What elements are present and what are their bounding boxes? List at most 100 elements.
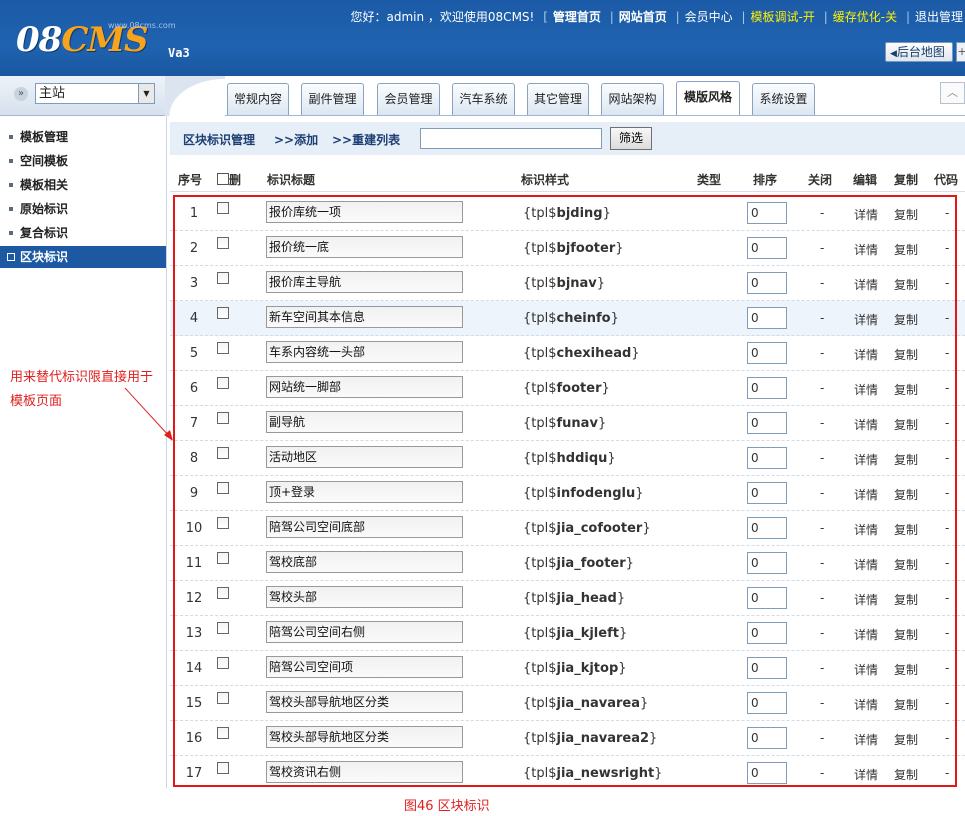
sidebar-item-template-related[interactable]: 模板相关 — [0, 174, 166, 196]
order-input[interactable]: 0 — [747, 587, 787, 609]
copy-link[interactable]: 复制 — [894, 731, 918, 748]
copy-link[interactable]: 复制 — [894, 696, 918, 713]
tag-title-input[interactable]: 陪驾公司空间项 — [266, 656, 463, 678]
detail-link[interactable]: 详情 — [854, 556, 878, 573]
copy-link[interactable]: 复制 — [894, 591, 918, 608]
tag-title-input[interactable]: 报价统一底 — [266, 236, 463, 258]
tab-regular-content[interactable]: 常规内容 — [227, 83, 289, 115]
detail-link[interactable]: 详情 — [854, 731, 878, 748]
order-input[interactable]: 0 — [747, 272, 787, 294]
row-checkbox[interactable] — [217, 622, 229, 634]
copy-link[interactable]: 复制 — [894, 661, 918, 678]
copy-link[interactable]: 复制 — [894, 276, 918, 293]
row-checkbox[interactable] — [217, 412, 229, 424]
copy-link[interactable]: 复制 — [894, 241, 918, 258]
row-checkbox[interactable] — [217, 447, 229, 459]
order-input[interactable]: 0 — [747, 727, 787, 749]
tag-title-input[interactable]: 网站统一脚部 — [266, 376, 463, 398]
tag-title-input[interactable]: 驾校资讯右侧 — [266, 761, 463, 783]
add-link[interactable]: >>添加 — [274, 131, 318, 148]
copy-link[interactable]: 复制 — [894, 381, 918, 398]
backend-map-button[interactable]: ◀后台地图 — [885, 42, 953, 62]
tab-site-structure[interactable]: 网站架构 — [601, 83, 664, 115]
tag-title-input[interactable]: 活动地区 — [266, 446, 463, 468]
row-checkbox[interactable] — [217, 657, 229, 669]
row-checkbox[interactable] — [217, 587, 229, 599]
filter-input[interactable] — [420, 128, 602, 149]
copy-link[interactable]: 复制 — [894, 311, 918, 328]
row-checkbox[interactable] — [217, 272, 229, 284]
sidebar-item-space-template[interactable]: 空间模板 — [0, 150, 166, 172]
order-input[interactable]: 0 — [747, 622, 787, 644]
tab-system-settings[interactable]: 系统设置 — [752, 83, 815, 115]
expand-plus-button[interactable]: + — [956, 42, 965, 62]
row-checkbox[interactable] — [217, 552, 229, 564]
order-input[interactable]: 0 — [747, 552, 787, 574]
order-input[interactable]: 0 — [747, 342, 787, 364]
row-checkbox[interactable] — [217, 727, 229, 739]
detail-link[interactable]: 详情 — [854, 311, 878, 328]
tab-other-management[interactable]: 其它管理 — [527, 83, 589, 115]
detail-link[interactable]: 详情 — [854, 346, 878, 363]
tag-title-input[interactable]: 新车空间其本信息 — [266, 306, 463, 328]
order-input[interactable]: 0 — [747, 237, 787, 259]
order-input[interactable]: 0 — [747, 447, 787, 469]
detail-link[interactable]: 详情 — [854, 521, 878, 538]
detail-link[interactable]: 详情 — [854, 591, 878, 608]
detail-link[interactable]: 详情 — [854, 766, 878, 783]
detail-link[interactable]: 详情 — [854, 276, 878, 293]
copy-link[interactable]: 复制 — [894, 206, 918, 223]
row-checkbox[interactable] — [217, 762, 229, 774]
row-checkbox[interactable] — [217, 342, 229, 354]
tag-title-input[interactable]: 驾校头部 — [266, 586, 463, 608]
tab-attachment-management[interactable]: 副件管理 — [301, 83, 364, 115]
double-chevron-icon[interactable]: » — [14, 87, 28, 101]
copy-link[interactable]: 复制 — [894, 766, 918, 783]
row-checkbox[interactable] — [217, 237, 229, 249]
tab-member-management[interactable]: 会员管理 — [377, 83, 440, 115]
sidebar-item-raw-tags[interactable]: 原始标识 — [0, 198, 166, 220]
copy-link[interactable]: 复制 — [894, 521, 918, 538]
select-all-checkbox[interactable] — [217, 173, 229, 185]
sidebar-item-compound-tags[interactable]: 复合标识 — [0, 222, 166, 244]
detail-link[interactable]: 详情 — [854, 696, 878, 713]
copy-link[interactable]: 复制 — [894, 346, 918, 363]
copy-link[interactable]: 复制 — [894, 556, 918, 573]
tag-title-input[interactable]: 驾校头部导航地区分类 — [266, 726, 463, 748]
order-input[interactable]: 0 — [747, 377, 787, 399]
tab-car-system[interactable]: 汽车系统 — [452, 83, 515, 115]
detail-link[interactable]: 详情 — [854, 626, 878, 643]
scroll-up-icon[interactable]: ︿ — [940, 82, 965, 104]
order-input[interactable]: 0 — [747, 517, 787, 539]
tag-title-input[interactable]: 陪驾公司空间右侧 — [266, 621, 463, 643]
order-input[interactable]: 0 — [747, 202, 787, 224]
nav-link-logout[interactable]: 退出管理 — [915, 8, 963, 25]
detail-link[interactable]: 详情 — [854, 206, 878, 223]
nav-link-cache-optimize[interactable]: 缓存优化-关 — [833, 8, 897, 25]
row-checkbox[interactable] — [217, 692, 229, 704]
row-checkbox[interactable] — [217, 202, 229, 214]
sidebar-item-block-tags[interactable]: 区块标识 — [0, 246, 166, 268]
detail-link[interactable]: 详情 — [854, 381, 878, 398]
nav-link-template-debug[interactable]: 模板调试-开 — [751, 8, 815, 25]
nav-link-site-home[interactable]: 网站首页 — [619, 8, 667, 25]
copy-link[interactable]: 复制 — [894, 486, 918, 503]
copy-link[interactable]: 复制 — [894, 451, 918, 468]
tag-title-input[interactable]: 顶+登录 — [266, 481, 463, 503]
tag-title-input[interactable]: 报价库统一项 — [266, 201, 463, 223]
nav-link-admin-home[interactable]: 管理首页 — [553, 8, 601, 25]
site-select[interactable]: 主站 ▼ — [35, 83, 155, 104]
order-input[interactable]: 0 — [747, 692, 787, 714]
detail-link[interactable]: 详情 — [854, 241, 878, 258]
dropdown-arrow-icon[interactable]: ▼ — [138, 84, 154, 103]
order-input[interactable]: 0 — [747, 482, 787, 504]
row-checkbox[interactable] — [217, 377, 229, 389]
order-input[interactable]: 0 — [747, 412, 787, 434]
tab-template-style[interactable]: 模版风格 — [676, 81, 740, 115]
tag-title-input[interactable]: 报价库主导航 — [266, 271, 463, 293]
nav-link-member-center[interactable]: 会员中心 — [685, 8, 733, 25]
filter-button[interactable]: 筛选 — [610, 127, 652, 150]
tag-title-input[interactable]: 车系内容统一头部 — [266, 341, 463, 363]
tag-title-input[interactable]: 驾校底部 — [266, 551, 463, 573]
order-input[interactable]: 0 — [747, 762, 787, 784]
